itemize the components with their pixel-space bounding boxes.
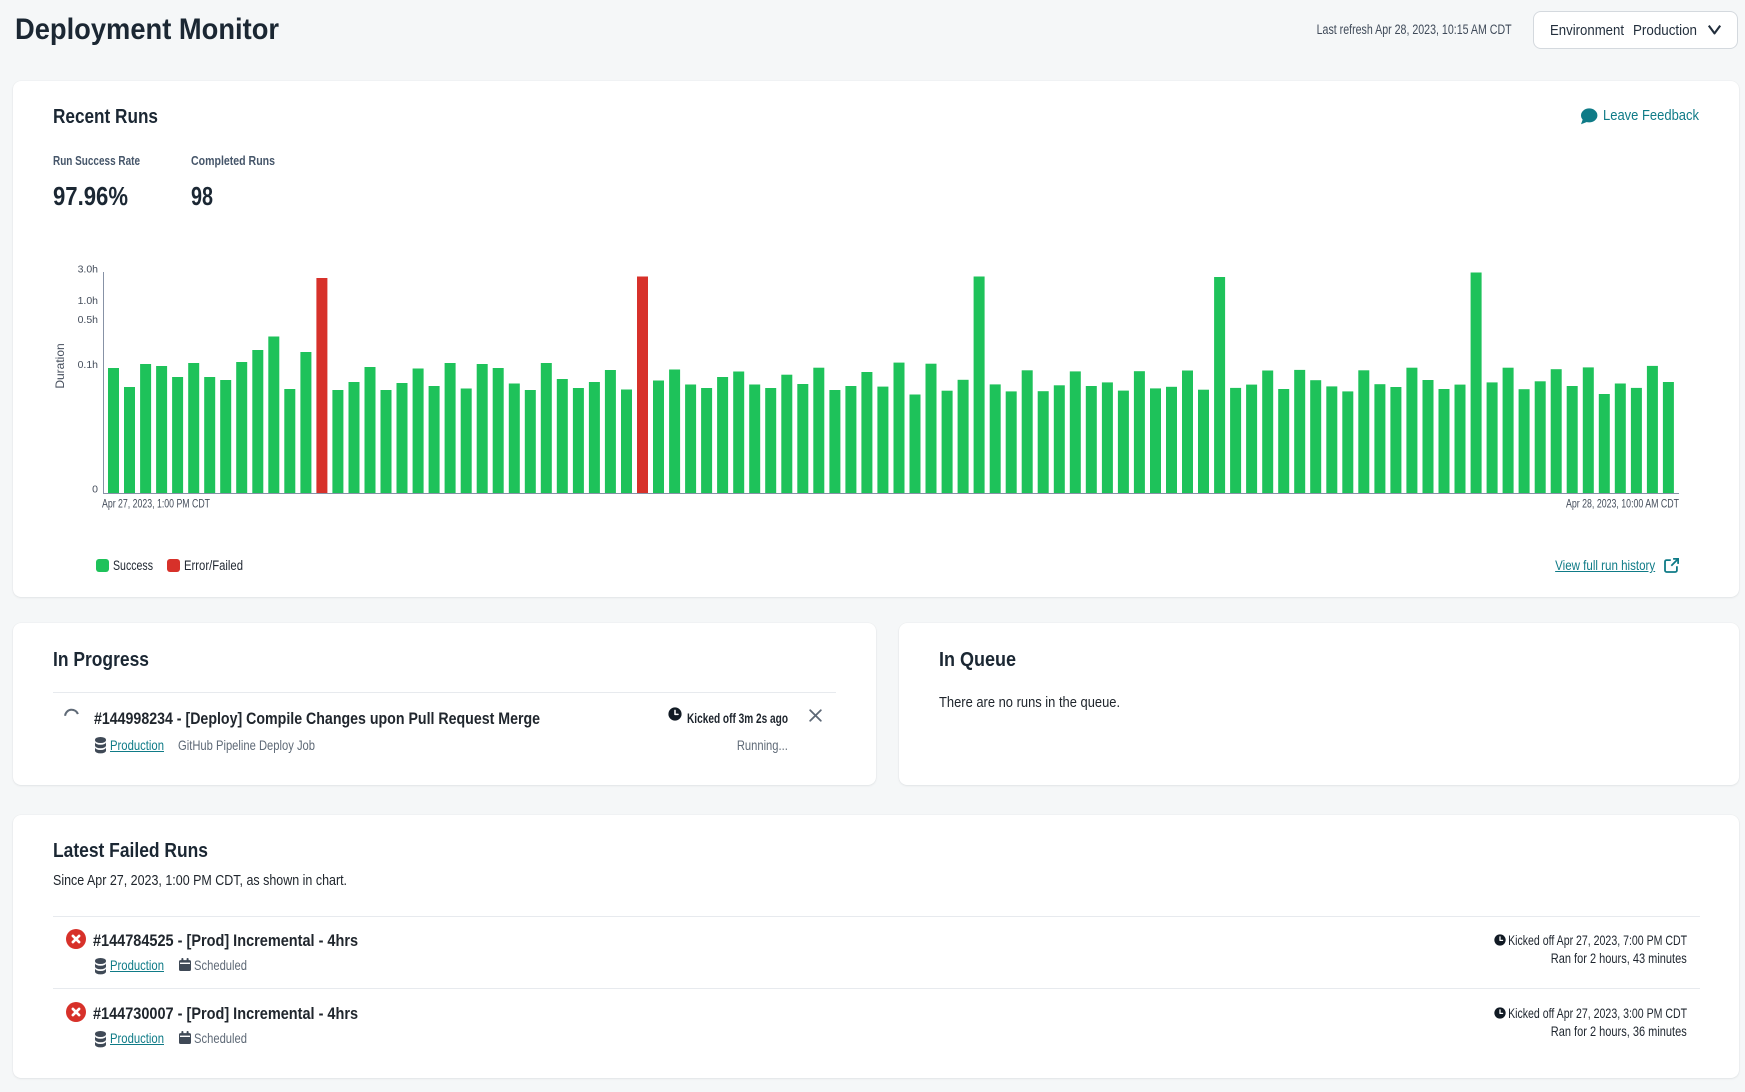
svg-text:Apr 28, 2023, 10:00 AM CDT: Apr 28, 2023, 10:00 AM CDT: [1566, 497, 1679, 511]
svg-text:3.0h: 3.0h: [78, 265, 99, 276]
svg-text:1.0h: 1.0h: [78, 295, 99, 307]
svg-text:0.1h: 0.1h: [78, 359, 99, 371]
svg-text:Apr 27, 2023, 1:00 PM CDT: Apr 27, 2023, 1:00 PM CDT: [102, 497, 210, 511]
svg-text:0.5h: 0.5h: [78, 314, 99, 326]
svg-text:Duration: Duration: [53, 343, 67, 388]
svg-text:0: 0: [92, 483, 98, 495]
